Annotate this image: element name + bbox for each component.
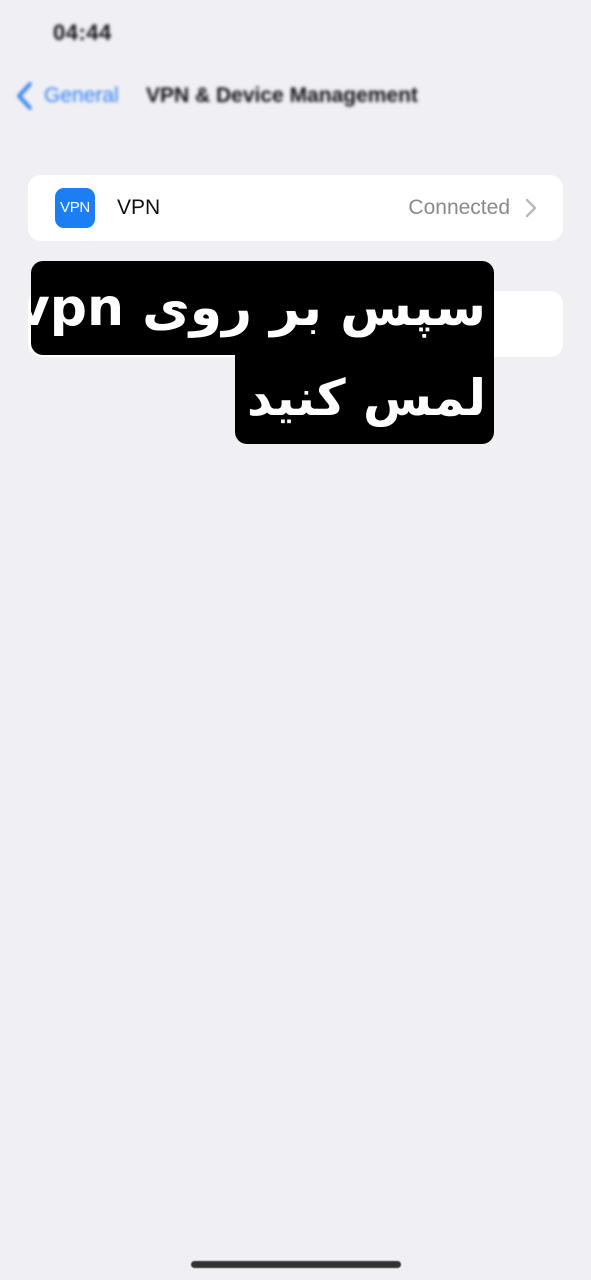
chevron-left-icon bbox=[17, 82, 32, 110]
instruction-line-1: سپس بر روی vpn bbox=[31, 261, 494, 355]
vpn-row-label: VPN bbox=[117, 196, 161, 219]
navigation-bar: General VPN & Device Management bbox=[0, 76, 591, 116]
page-title: VPN & Device Management bbox=[146, 84, 418, 107]
home-indicator[interactable] bbox=[191, 1261, 401, 1268]
back-button[interactable]: General bbox=[14, 76, 119, 116]
instruction-line-2: لمس کنید bbox=[235, 353, 494, 444]
instruction-overlay: سپس بر روی vpn لمس کنید bbox=[31, 261, 494, 444]
back-button-label: General bbox=[44, 84, 119, 107]
status-bar-time: 04:44 bbox=[53, 20, 112, 45]
vpn-status-value: Connected bbox=[408, 196, 510, 219]
vpn-icon: VPN bbox=[55, 188, 95, 228]
chevron-right-icon bbox=[525, 198, 537, 218]
vpn-row[interactable]: VPN VPN Connected bbox=[28, 175, 563, 241]
